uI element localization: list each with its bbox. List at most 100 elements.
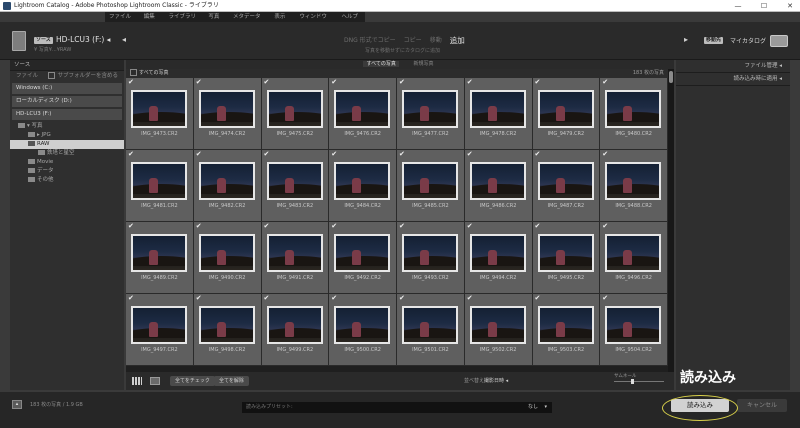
photo-cell[interactable]: ✔ IMG_9475.CR2 (261, 78, 330, 150)
photo-checkbox[interactable]: ✔ (264, 294, 270, 303)
tree-root-folder[interactable]: ▾ 写真 (10, 122, 124, 131)
menu-view[interactable]: 表示(V) (274, 12, 292, 30)
photo-checkbox[interactable]: ✔ (196, 294, 202, 303)
photo-cell[interactable]: ✔ IMG_9503.CR2 (532, 294, 601, 366)
photo-cell[interactable]: ✔ IMG_9494.CR2 (464, 222, 533, 294)
photo-cell[interactable]: ✔ IMG_9483.CR2 (261, 150, 330, 222)
photo-checkbox[interactable]: ✔ (467, 222, 473, 231)
photo-cell[interactable]: ✔ IMG_9473.CR2 (126, 78, 194, 150)
tree-folder-jpg[interactable]: ▸ JPG (10, 131, 124, 140)
photo-checkbox[interactable]: ✔ (128, 222, 134, 231)
photo-cell[interactable]: ✔ IMG_9491.CR2 (261, 222, 330, 294)
photo-cell[interactable]: ✔ IMG_9496.CR2 (600, 222, 668, 294)
tab-all-photos[interactable]: すべての写真 (363, 61, 399, 67)
photo-cell[interactable]: ✔ IMG_9502.CR2 (464, 294, 533, 366)
source-panel-title[interactable]: ソース (10, 60, 124, 71)
photo-thumbnail[interactable] (469, 90, 526, 128)
include-subfolders-checkbox[interactable] (48, 72, 56, 79)
minimize-button[interactable]: — (732, 0, 744, 12)
photo-cell[interactable]: ✔ IMG_9477.CR2 (397, 78, 465, 150)
cancel-button[interactable]: キャンセル (737, 399, 787, 412)
photo-checkbox[interactable]: ✔ (331, 222, 337, 231)
photo-cell[interactable]: ✔ IMG_9486.CR2 (464, 150, 533, 222)
photo-checkbox[interactable]: ✔ (399, 150, 405, 159)
photo-thumbnail[interactable] (131, 90, 187, 128)
photo-thumbnail[interactable] (198, 90, 255, 128)
photo-cell[interactable]: ✔ IMG_9495.CR2 (532, 222, 601, 294)
source-name[interactable]: HD-LCU3 (F:) ◂ (56, 35, 110, 44)
loupe-view-icon[interactable] (150, 377, 160, 385)
photo-checkbox[interactable]: ✔ (467, 294, 473, 303)
thumbnail-size-slider[interactable] (614, 381, 664, 382)
volume-windows-c[interactable]: Windows (C:) (12, 83, 122, 94)
photo-cell[interactable]: ✔ IMG_9493.CR2 (397, 222, 465, 294)
photo-thumbnail[interactable] (198, 234, 255, 272)
photo-cell[interactable]: ✔ IMG_9498.CR2 (193, 294, 262, 366)
thumbnail-slider-knob[interactable] (631, 379, 634, 384)
photo-checkbox[interactable]: ✔ (602, 222, 608, 231)
photo-thumbnail[interactable] (402, 162, 458, 200)
menu-help[interactable]: ヘルプ(H) (342, 12, 366, 30)
photo-thumbnail[interactable] (402, 306, 458, 344)
tab-new-photos[interactable]: 新規写真 (411, 61, 437, 67)
photo-thumbnail[interactable] (605, 306, 662, 344)
tree-folder-other[interactable]: その他 (10, 176, 124, 185)
photo-checkbox[interactable]: ✔ (128, 78, 134, 87)
photo-cell[interactable]: ✔ IMG_9501.CR2 (397, 294, 465, 366)
volume-hd-lcu3-f[interactable]: HD-LCU3 (F:) (12, 109, 122, 120)
photo-cell[interactable]: ✔ IMG_9479.CR2 (532, 78, 601, 150)
photo-thumbnail[interactable] (131, 306, 187, 344)
photo-thumbnail[interactable] (537, 162, 594, 200)
mode-move[interactable]: 移動 (430, 35, 442, 46)
photo-checkbox[interactable]: ✔ (535, 294, 541, 303)
uncheck-all-button[interactable]: 全てを解除 (214, 376, 249, 386)
sort-select[interactable]: 撮影日時 ◂ (484, 377, 508, 384)
photo-thumbnail[interactable] (266, 306, 323, 344)
photo-checkbox[interactable]: ✔ (264, 78, 270, 87)
photo-thumbnail[interactable] (605, 162, 662, 200)
apply-during-import-section[interactable]: 読み込み時に適用 ◂ (676, 73, 790, 86)
file-handling-section[interactable]: ファイル管理 ◂ (676, 60, 790, 73)
photo-thumbnail[interactable] (266, 162, 323, 200)
photo-thumbnail[interactable] (537, 90, 594, 128)
photo-checkbox[interactable]: ✔ (602, 78, 608, 87)
photo-checkbox[interactable]: ✔ (399, 222, 405, 231)
mode-dng-copy[interactable]: DNG 形式でコピー (344, 35, 396, 46)
select-all-checkbox[interactable] (130, 69, 137, 76)
grid-scrollbar[interactable] (668, 69, 674, 372)
photo-cell[interactable]: ✔ IMG_9480.CR2 (600, 78, 668, 150)
tree-folder-data[interactable]: データ (10, 167, 124, 176)
tree-folder-raw[interactable]: RAW (10, 140, 124, 149)
volume-local-d[interactable]: ローカルディスク (D:) (12, 96, 122, 107)
photo-thumbnail[interactable] (334, 234, 391, 272)
photo-thumbnail[interactable] (402, 90, 458, 128)
photo-checkbox[interactable]: ✔ (399, 78, 405, 87)
photo-checkbox[interactable]: ✔ (264, 150, 270, 159)
photo-cell[interactable]: ✔ IMG_9497.CR2 (126, 294, 194, 366)
photo-thumbnail[interactable] (537, 234, 594, 272)
menu-edit[interactable]: 編集(E) (144, 12, 162, 30)
photo-cell[interactable]: ✔ IMG_9481.CR2 (126, 150, 194, 222)
photo-thumbnail[interactable] (469, 306, 526, 344)
photo-checkbox[interactable]: ✔ (128, 150, 134, 159)
photo-cell[interactable]: ✔ IMG_9489.CR2 (126, 222, 194, 294)
photo-checkbox[interactable]: ✔ (196, 150, 202, 159)
grid-view-icon[interactable] (132, 377, 142, 385)
photo-cell[interactable]: ✔ IMG_9490.CR2 (193, 222, 262, 294)
photo-cell[interactable]: ✔ IMG_9492.CR2 (329, 222, 397, 294)
photo-cell[interactable]: ✔ IMG_9500.CR2 (329, 294, 397, 366)
include-subfolders-option[interactable]: サブフォルダーを含める (48, 71, 118, 81)
photo-thumbnail[interactable] (334, 90, 391, 128)
photo-thumbnail[interactable] (266, 234, 323, 272)
photo-cell[interactable]: ✔ IMG_9487.CR2 (532, 150, 601, 222)
photo-thumbnail[interactable] (469, 234, 526, 272)
photo-thumbnail[interactable] (334, 162, 391, 200)
photo-checkbox[interactable]: ✔ (467, 78, 473, 87)
menu-metadata[interactable]: メタデータ(M) (233, 12, 267, 30)
maximize-button[interactable]: ☐ (758, 0, 770, 12)
close-button[interactable]: ✕ (784, 0, 796, 12)
photo-checkbox[interactable]: ✔ (602, 294, 608, 303)
photo-checkbox[interactable]: ✔ (196, 222, 202, 231)
scrollbar-thumb[interactable] (669, 71, 673, 83)
photo-thumbnail[interactable] (198, 306, 255, 344)
